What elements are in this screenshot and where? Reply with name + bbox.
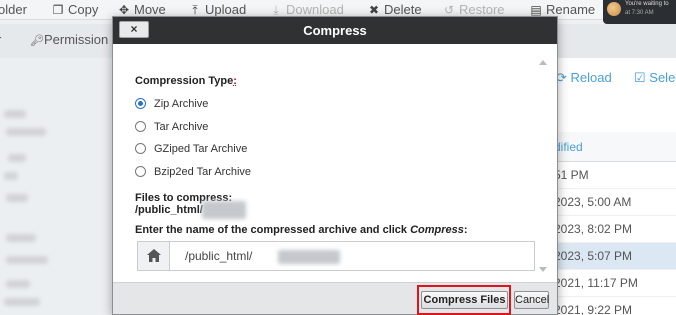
table-row[interactable]: 2023, 8:02 PM: [540, 216, 676, 243]
notification-time: at 7:30 AM: [625, 10, 654, 16]
notification-text: You're waiting to: [625, 1, 669, 7]
new-folder-label: older: [0, 2, 27, 17]
reload-button[interactable]: ⟳ Reload: [556, 70, 612, 86]
delete-label: Delete: [384, 2, 422, 17]
new-folder-button[interactable]: older: [0, 2, 27, 18]
redacted-archive-name: [278, 250, 340, 264]
radio-gzip[interactable]: [135, 143, 146, 154]
radio-zip[interactable]: [135, 98, 146, 109]
table-row[interactable]: 2021, 9:22 PM: [540, 297, 676, 315]
dialog-title: Compress: [303, 23, 367, 38]
home-icon: [138, 242, 170, 270]
key-icon: 🔑︎: [30, 35, 44, 47]
archive-name-input[interactable]: [170, 242, 534, 270]
table-row[interactable]: 2021, 11:17 PM: [540, 270, 676, 297]
download-label: Download: [286, 2, 344, 17]
option-label: Zip Archive: [154, 98, 209, 110]
select-all-button[interactable]: ☑ Selec: [634, 70, 676, 86]
instruction-emphasis: Compress: [410, 224, 464, 236]
dialog-footer: Compress Files Cancel: [113, 282, 557, 315]
archive-name-instruction: Enter the name of the compressed archive…: [135, 224, 468, 236]
settings-label: r: [0, 32, 1, 47]
compression-type-text: Compression Type: [135, 75, 234, 87]
compress-files-button[interactable]: Compress Files: [421, 291, 508, 309]
table-row[interactable]: 2023, 5:07 PM: [540, 243, 676, 270]
modified-date: 2023, 5:00 AM: [554, 195, 632, 209]
dialog-body: Compression Type: Zip Archive Tar Archiv…: [113, 44, 557, 282]
upload-label: Upload: [205, 2, 247, 17]
permissions-button[interactable]: 🔑︎Permission: [30, 32, 108, 47]
checkbox-icon: ☑: [634, 70, 646, 85]
notification-toast[interactable]: You're waiting to at 7:30 AM: [603, 0, 676, 24]
radio-tar[interactable]: [135, 121, 146, 132]
required-marker: :: [233, 75, 237, 87]
settings-button[interactable]: r: [0, 32, 1, 47]
option-label: Bzip2ed Tar Archive: [154, 166, 252, 178]
directory-tree: [0, 58, 110, 315]
modified-date: 2023, 5:07 PM: [554, 249, 633, 263]
file-list: ⟳ Reload ☑ Selec dified 51 PM 2023, 5:00…: [540, 58, 676, 315]
modified-date: 2021, 9:22 PM: [554, 303, 633, 315]
scroll-down-icon[interactable]: [539, 267, 547, 272]
instruction-text: Enter the name of the compressed archive…: [135, 224, 411, 236]
cancel-button[interactable]: Cancel: [514, 291, 549, 309]
table-row[interactable]: 2023, 5:00 AM: [540, 189, 676, 216]
compression-type-label: Compression Type:: [135, 75, 237, 87]
modified-date: 51 PM: [554, 168, 589, 182]
close-icon: ×: [130, 22, 138, 36]
files-to-compress-path: /public_html/: [135, 204, 203, 216]
modified-date: 2023, 8:02 PM: [554, 222, 633, 236]
compress-dialog: Compress × Compression Type: Zip Archive…: [112, 16, 558, 315]
reload-label: Reload: [570, 70, 612, 85]
dialog-header: Compress ×: [113, 17, 557, 44]
last-modified-column-header[interactable]: dified: [540, 132, 676, 162]
scroll-up-icon[interactable]: [539, 60, 547, 65]
rename-label: Rename: [546, 2, 596, 17]
modified-date: 2021, 11:17 PM: [554, 276, 638, 290]
select-label: Selec: [649, 70, 676, 85]
archive-path-group: [137, 241, 535, 271]
move-label: Move: [134, 2, 166, 17]
instruction-suffix: :: [463, 224, 468, 236]
table-row[interactable]: 51 PM: [540, 162, 676, 189]
redacted-filename: [202, 201, 246, 219]
copy-icon: ❐: [52, 3, 64, 17]
copy-label: Copy: [68, 2, 99, 17]
avatar: [607, 2, 621, 16]
option-label: GZiped Tar Archive: [154, 143, 248, 155]
copy-button[interactable]: ❐ Copy: [51, 2, 99, 18]
close-button[interactable]: ×: [119, 21, 149, 38]
column-header-label: dified: [554, 140, 583, 154]
restore-label: Restore: [459, 2, 505, 17]
option-label: Tar Archive: [154, 121, 209, 133]
radio-bzip2[interactable]: [135, 166, 146, 177]
vertical-scrollbar[interactable]: [537, 54, 549, 276]
permissions-label: Permission: [43, 32, 109, 47]
